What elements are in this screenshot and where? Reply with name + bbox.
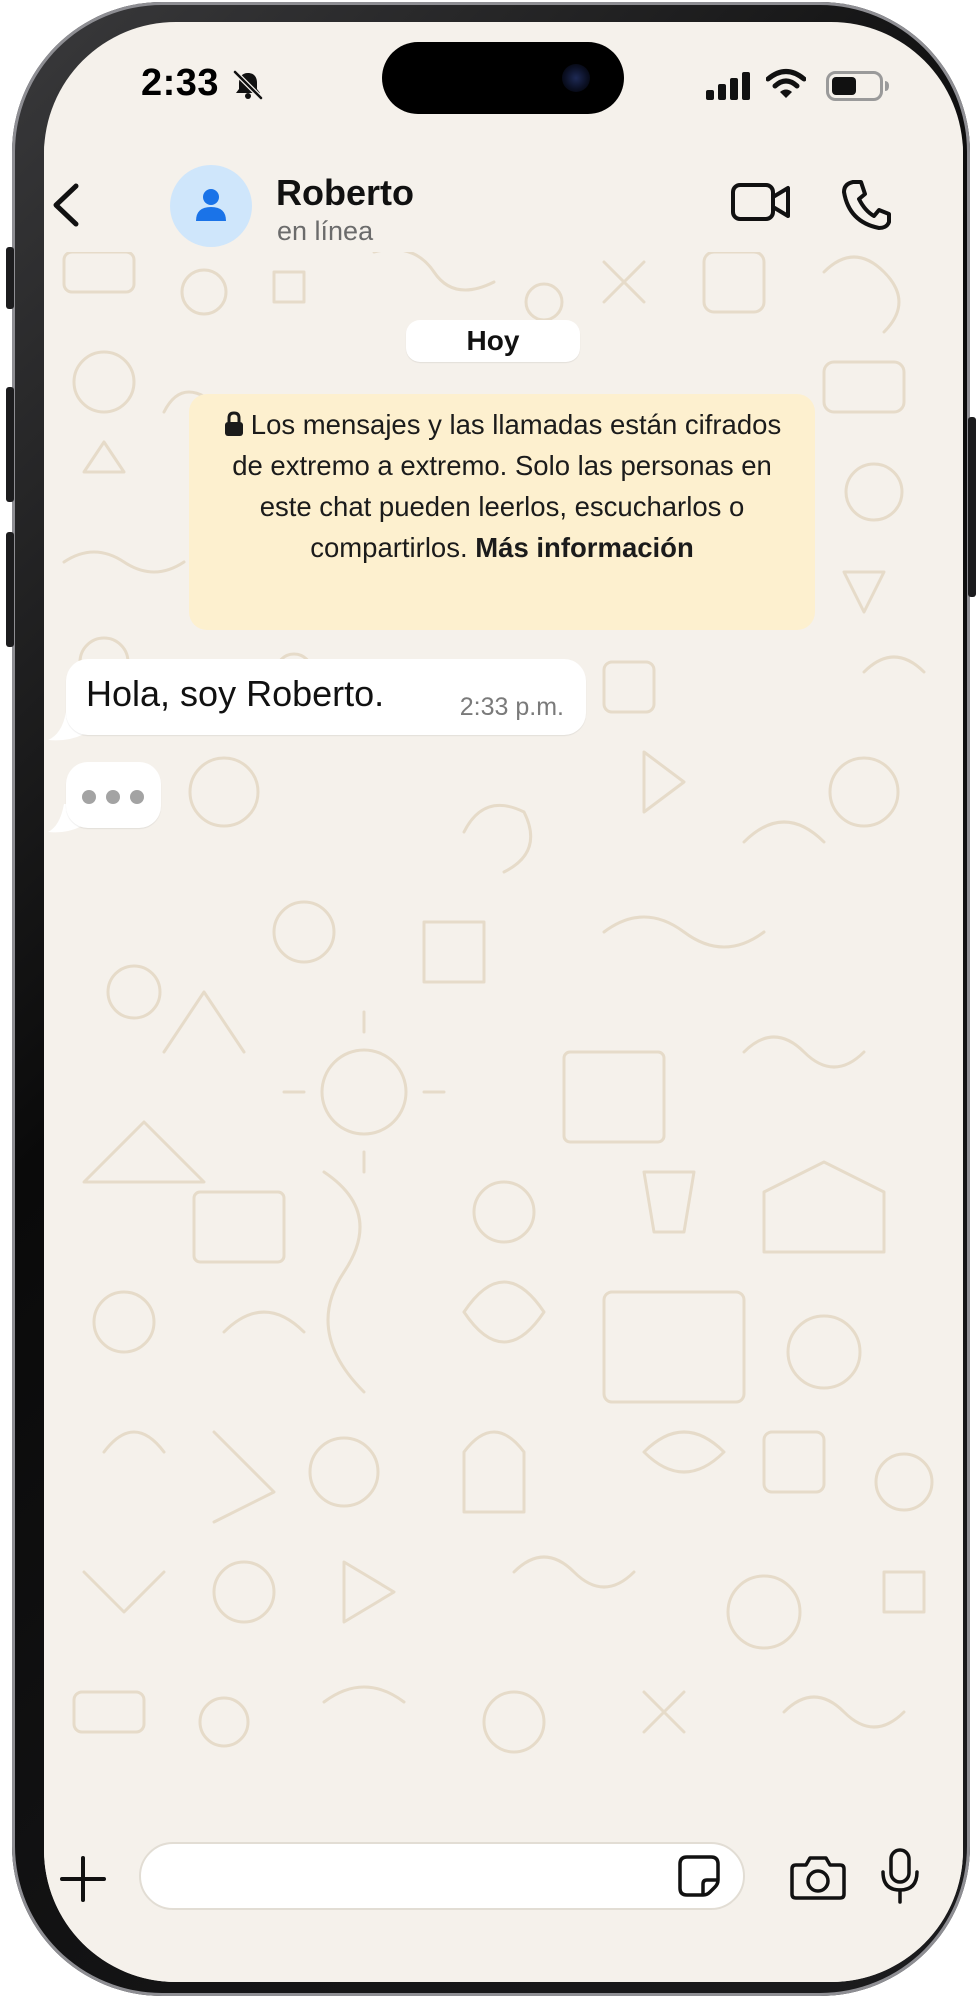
video-camera-icon[interactable] [730,180,792,224]
message-time: 2:33 p.m. [459,693,564,721]
composer-bar [44,1812,963,1982]
action-button [6,247,14,309]
avatar[interactable] [170,165,252,247]
phone-frame: 2:33 Roberto en línea Hoy Los mensajes y… [6,2,976,1996]
contact-status: en línea [277,216,374,246]
volume-down-button [6,532,14,647]
status-time: 2:33 [141,62,220,104]
power-button [968,417,976,597]
bell-slash-icon [233,70,263,100]
microphone-icon[interactable] [880,1848,920,1904]
person-icon [196,189,226,221]
screen: 2:33 Roberto en línea Hoy Los mensajes y… [44,22,963,1982]
typing-indicator [66,762,161,828]
wifi-icon [766,69,806,98]
typing-dot [106,790,120,804]
volume-up-button [6,387,14,502]
chat-header: Roberto en línea [44,142,963,252]
sticker-icon[interactable] [677,1854,721,1898]
contact-name[interactable]: Roberto [276,172,414,214]
message-input[interactable] [139,1842,745,1910]
lock-icon [224,411,243,436]
message-bubble-incoming[interactable]: Hola, soy Roberto. 2:33 p.m. [66,659,586,735]
cellular-signal-icon [706,72,750,100]
back-chevron-icon[interactable] [46,180,84,230]
plus-icon[interactable] [58,1854,108,1904]
more-info-link[interactable]: Más información [475,532,694,563]
dynamic-island [382,42,624,114]
message-text: Hola, soy Roberto. [86,673,385,714]
phone-icon[interactable] [841,178,891,230]
camera-icon[interactable] [790,1854,846,1900]
date-separator: Hoy [406,320,580,362]
typing-dot [130,790,144,804]
front-camera [562,64,590,92]
typing-dot [82,790,96,804]
battery-icon [826,71,889,101]
encryption-notice[interactable]: Los mensajes y las llamadas están cifrad… [189,394,815,630]
